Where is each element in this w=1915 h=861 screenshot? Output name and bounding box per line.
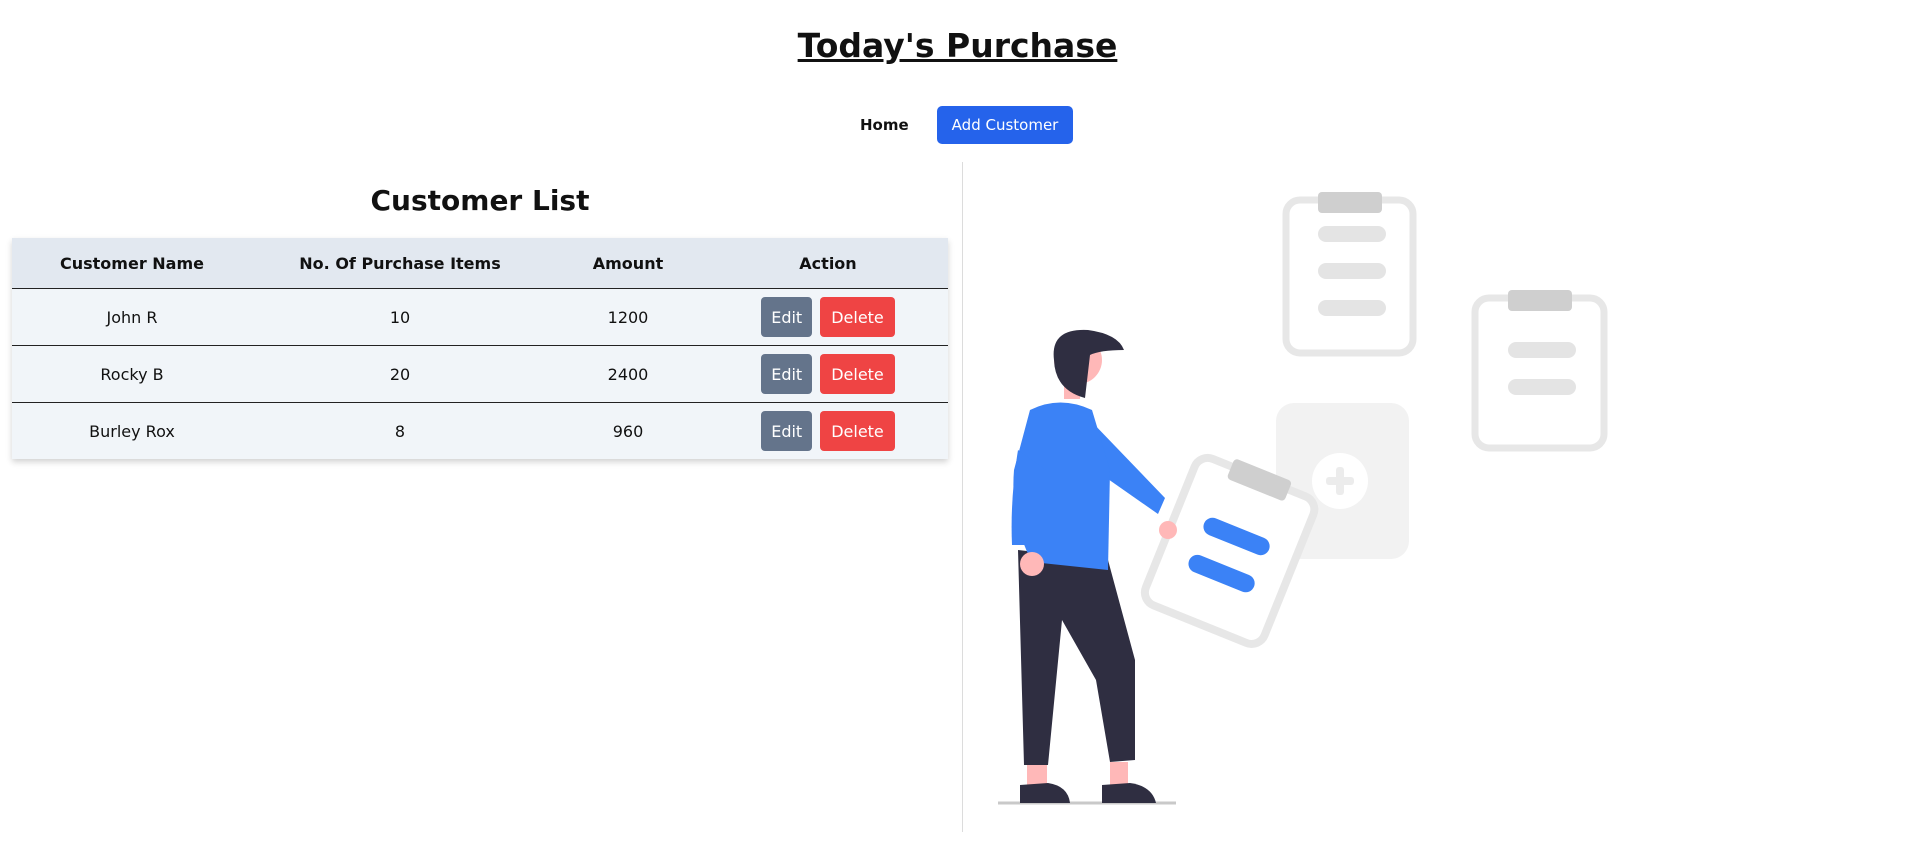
vertical-divider xyxy=(962,162,963,832)
table-header-row: Customer Name No. Of Purchase Items Amou… xyxy=(12,238,948,289)
amount-cell: 1200 xyxy=(548,288,708,346)
action-cell: Edit Delete xyxy=(708,402,948,459)
amount-cell: 2400 xyxy=(548,345,708,403)
customer-name-cell: Rocky B xyxy=(12,345,252,403)
edit-button[interactable]: Edit xyxy=(761,411,813,451)
customer-name-cell: John R xyxy=(12,288,252,346)
edit-button[interactable]: Edit xyxy=(761,297,813,337)
purchase-items-cell: 20 xyxy=(252,345,548,403)
purchase-items-cell: 10 xyxy=(252,288,548,346)
customer-table: Customer Name No. Of Purchase Items Amou… xyxy=(12,238,948,459)
delete-button[interactable]: Delete xyxy=(820,411,895,451)
customer-list-title: Customer List xyxy=(370,184,590,217)
column-header-purchase-items: No. Of Purchase Items xyxy=(252,238,548,289)
action-cell: Edit Delete xyxy=(708,345,948,403)
person-holding-clipboard-illustration xyxy=(998,192,1608,805)
page-title: Today's Purchase xyxy=(797,26,1118,65)
delete-button[interactable]: Delete xyxy=(820,354,895,394)
action-cell: Edit Delete xyxy=(708,288,948,346)
amount-cell: 960 xyxy=(548,402,708,459)
table-row: Burley Rox 8 960 Edit Delete xyxy=(12,402,948,459)
column-header-amount: Amount xyxy=(548,238,708,289)
table-row: John R 10 1200 Edit Delete xyxy=(12,288,948,346)
clipboard-icon xyxy=(1282,192,1417,357)
add-customer-button[interactable]: Add Customer xyxy=(936,106,1074,144)
delete-button[interactable]: Delete xyxy=(820,297,895,337)
customer-name-cell: Burley Rox xyxy=(12,402,252,459)
top-nav: Home Add Customer xyxy=(860,106,1074,144)
column-header-customer-name: Customer Name xyxy=(12,238,252,289)
purchase-items-cell: 8 xyxy=(252,402,548,459)
edit-button[interactable]: Edit xyxy=(761,354,813,394)
clipboard-icon xyxy=(1471,290,1608,452)
home-link[interactable]: Home xyxy=(860,116,909,134)
table-row: Rocky B 20 2400 Edit Delete xyxy=(12,345,948,403)
column-header-action: Action xyxy=(708,238,948,289)
